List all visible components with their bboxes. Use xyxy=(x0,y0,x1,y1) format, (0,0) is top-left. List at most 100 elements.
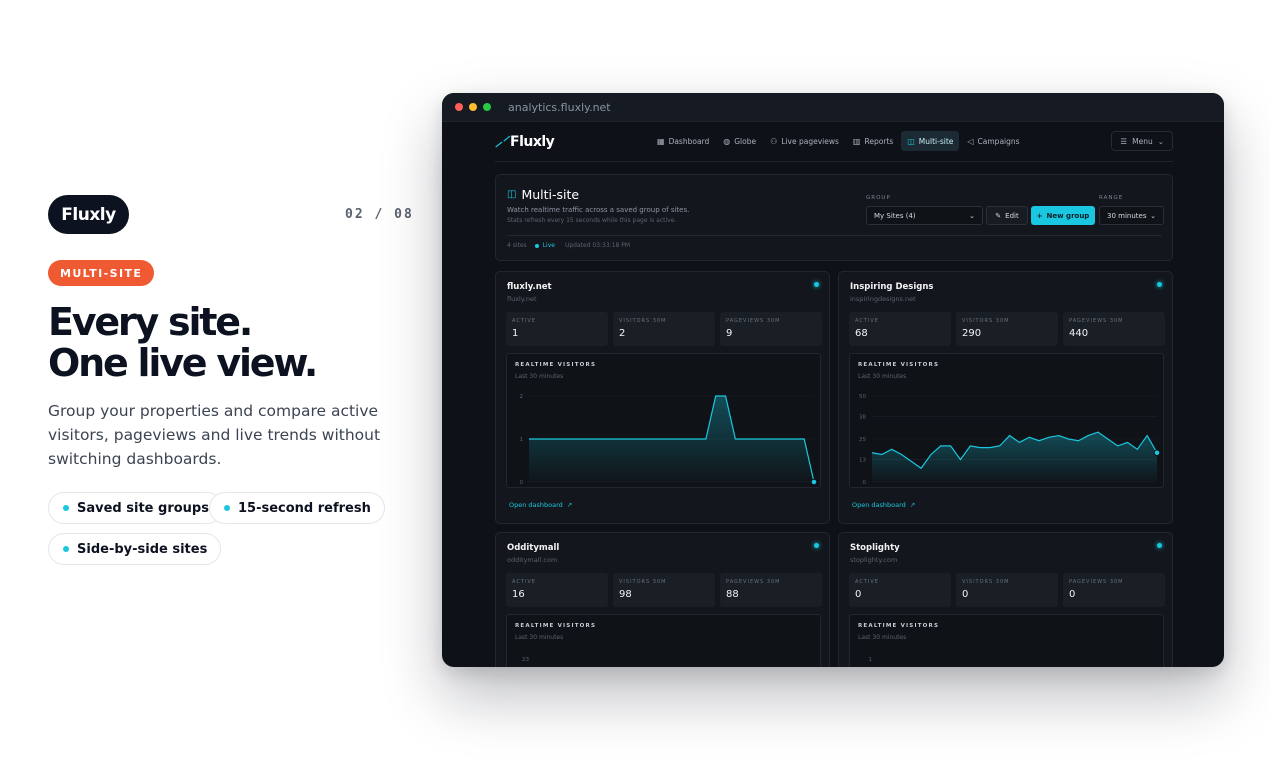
chevron-down-icon: ⌄ xyxy=(1157,136,1164,146)
live-dot-icon xyxy=(814,282,819,287)
live-dot-icon xyxy=(534,243,539,248)
chart-subtitle: Last 30 minutes xyxy=(515,373,564,380)
stat-value: 0 xyxy=(1069,589,1076,600)
stat-tile: ACTIVE 1 xyxy=(506,312,608,346)
nav-globe[interactable]: ◍ Globe xyxy=(717,131,762,151)
site-card: Odditymall odditymall.com ACTIVE 16 VISIT… xyxy=(495,532,830,667)
chart-title: REALTIME VISITORS xyxy=(858,362,940,368)
nav-campaigns[interactable]: ◁ Campaigns xyxy=(961,131,1025,151)
menu-button[interactable]: ☰ Menu ⌄ xyxy=(1111,131,1173,151)
site-card: fluxly.net fluxly.net ACTIVE 1 VISITORS 3… xyxy=(495,271,830,524)
chip-label: Side-by-side sites xyxy=(77,541,208,557)
group-select-value: My Sites (4) xyxy=(874,211,916,220)
grid-icon: ▦ xyxy=(657,136,665,146)
stat-label: PAGEVIEWS 30M xyxy=(1069,318,1124,324)
nav-label: Dashboard xyxy=(668,136,710,146)
menu-label: Menu xyxy=(1132,136,1153,146)
nav-label: Globe xyxy=(734,136,757,146)
edit-group-button[interactable]: ✎ Edit xyxy=(986,206,1028,225)
logo-mark-icon: ⸝⸍ xyxy=(495,134,509,150)
stat-tile: VISITORS 30M 2 xyxy=(613,312,715,346)
nav-label: Live pageviews xyxy=(781,136,839,146)
stat-tile: ACTIVE 68 xyxy=(849,312,951,346)
headline-line-2: One live view. xyxy=(48,341,318,385)
stat-label: VISITORS 30M xyxy=(619,318,667,324)
chevron-down-icon: ⌄ xyxy=(1150,211,1156,220)
stat-label: PAGEVIEWS 30M xyxy=(1069,579,1124,585)
chip-dot-icon xyxy=(63,546,69,552)
app-logo[interactable]: ⸝⸍ Fluxly xyxy=(495,132,555,151)
open-dashboard-link[interactable]: Open dashboard ↗ xyxy=(852,501,915,509)
y-tick-label: 50 xyxy=(859,394,866,400)
chip-dot-icon xyxy=(63,505,69,511)
refresh-note: Stats refresh every 15 seconds while thi… xyxy=(507,217,677,224)
address-bar[interactable]: analytics.fluxly.net xyxy=(508,101,611,114)
realtime-chart: 1 REALTIME VISITORS Last 30 minutes xyxy=(849,614,1164,667)
open-dashboard-label: Open dashboard xyxy=(852,501,906,509)
nav-label: Multi-site xyxy=(918,136,954,146)
maximize-window-icon[interactable] xyxy=(483,103,491,111)
nav-multi-site[interactable]: ◫ Multi-site xyxy=(901,131,960,151)
stat-tile: VISITORS 30M 98 xyxy=(613,573,715,607)
nav-label: Reports xyxy=(864,136,894,146)
stat-value: 88 xyxy=(726,589,739,600)
divider xyxy=(507,235,1162,236)
users-icon: ⚇ xyxy=(770,136,778,146)
stat-tile: PAGEVIEWS 30M 88 xyxy=(720,573,822,607)
y-tick-label: 0 xyxy=(863,480,867,486)
status-meta: 4 sites Live Updated 03:33:18 PM xyxy=(507,242,630,249)
chart-subtitle: Last 30 minutes xyxy=(858,634,907,641)
chart-title: REALTIME VISITORS xyxy=(515,623,597,629)
stat-tile: ACTIVE 0 xyxy=(849,573,951,607)
group-select[interactable]: My Sites (4) ⌄ xyxy=(866,206,983,225)
external-link-icon: ↗ xyxy=(566,501,573,509)
feature-chip: Saved site groups xyxy=(48,492,223,524)
chart-title: REALTIME VISITORS xyxy=(858,623,940,629)
y-tick-label: 0 xyxy=(520,480,524,486)
chart-subtitle: Last 30 minutes xyxy=(858,373,907,380)
nav-dashboard[interactable]: ▦ Dashboard xyxy=(651,131,715,151)
bar-chart-icon: ▥ xyxy=(852,136,861,146)
live-label: Live xyxy=(542,242,555,249)
feature-chip: 15-second refresh xyxy=(209,492,385,524)
stat-label: VISITORS 30M xyxy=(962,318,1010,324)
range-select[interactable]: 30 minutes ⌄ xyxy=(1099,206,1164,225)
browser-window: analytics.fluxly.net ⸝⸍ Fluxly ▦ Dashboar… xyxy=(442,93,1224,667)
nav-label: Campaigns xyxy=(977,136,1020,146)
site-card: Inspiring Designs inspiringdesigns.net AC… xyxy=(838,271,1173,524)
chip-label: Saved site groups xyxy=(77,500,209,516)
page-description: Watch realtime traffic across a saved gr… xyxy=(507,206,690,214)
new-group-button[interactable]: + New group xyxy=(1031,206,1095,225)
site-name: Stoplighty xyxy=(850,543,900,553)
stat-label: VISITORS 30M xyxy=(962,579,1010,585)
stat-label: ACTIVE xyxy=(855,318,879,324)
new-group-label: New group xyxy=(1046,211,1090,220)
multi-site-header: ◫ Multi-site Watch realtime traffic acro… xyxy=(495,174,1173,261)
stat-label: PAGEVIEWS 30M xyxy=(726,579,781,585)
open-dashboard-link[interactable]: Open dashboard ↗ xyxy=(509,501,572,509)
open-dashboard-label: Open dashboard xyxy=(509,501,563,509)
globe-icon: ◍ xyxy=(723,136,731,146)
live-dot-icon xyxy=(814,543,819,548)
stat-label: ACTIVE xyxy=(512,579,536,585)
subtext: Group your properties and compare active… xyxy=(48,402,381,468)
y-tick-label: 1 xyxy=(520,437,524,443)
nav-live-pageviews[interactable]: ⚇ Live pageviews xyxy=(764,131,845,151)
data-point xyxy=(1153,449,1161,457)
stat-value: 2 xyxy=(619,328,626,339)
chevron-down-icon: ⌄ xyxy=(969,211,975,220)
minimize-window-icon[interactable] xyxy=(469,103,477,111)
edit-label: Edit xyxy=(1005,211,1019,220)
y-tick-label: 23 xyxy=(522,657,529,663)
headline: Every site. One live view. xyxy=(48,302,318,385)
y-tick-label: 2 xyxy=(520,394,524,400)
close-window-icon[interactable] xyxy=(455,103,463,111)
y-tick-label: 1 xyxy=(869,657,873,663)
nav-reports[interactable]: ▥ Reports xyxy=(847,131,899,151)
site-name: Inspiring Designs xyxy=(850,282,934,292)
live-indicator: Live xyxy=(534,242,555,249)
stat-value: 290 xyxy=(962,328,982,339)
chart-title: REALTIME VISITORS xyxy=(515,362,597,368)
live-dot-icon xyxy=(1157,543,1162,548)
stat-value: 98 xyxy=(619,589,632,600)
